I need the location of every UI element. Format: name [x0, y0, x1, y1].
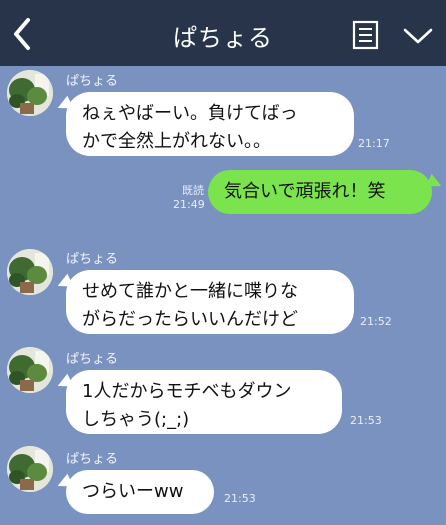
sender-name: ぱちょる [66, 252, 119, 267]
plant-avatar-icon [7, 446, 53, 492]
plant-avatar-icon [7, 249, 53, 295]
sender-name: ぱちょる [66, 352, 119, 367]
avatar[interactable] [7, 249, 53, 295]
message-time: 21:17 [358, 137, 390, 150]
avatar[interactable] [7, 70, 53, 116]
avatar[interactable] [7, 446, 53, 492]
sender-name: ぱちょる [66, 452, 119, 467]
plant-avatar-icon [7, 347, 53, 393]
back-button[interactable] [8, 14, 38, 54]
message-time: 21:52 [360, 315, 392, 328]
avatar[interactable] [7, 347, 53, 393]
note-menu-icon [352, 20, 379, 50]
outgoing-message-bubble[interactable]: 気合いで頑張れ！笑 [208, 170, 432, 214]
incoming-message-bubble[interactable]: せめて誰かと一緒に喋りな がらだったらいいんだけど [66, 270, 354, 334]
collapse-button[interactable] [402, 26, 434, 46]
chat-title: ぱちょる [173, 24, 273, 52]
message-time: 21:49 [173, 198, 205, 211]
plant-avatar-icon [7, 70, 53, 116]
message-time: 21:53 [224, 492, 256, 505]
incoming-message-bubble[interactable]: ねぇやばーい。負けてばっ かで全然上がれない。。 [66, 92, 354, 156]
sender-name: ぱちょる [66, 74, 119, 89]
note-menu-button[interactable] [352, 20, 380, 50]
chat-header: ぱちょる [0, 0, 446, 66]
incoming-message-bubble[interactable]: つらいーww [66, 470, 214, 514]
chevron-left-icon [14, 18, 30, 50]
chevron-down-icon [403, 28, 433, 44]
read-receipt: 既読 [182, 184, 204, 197]
incoming-message-bubble[interactable]: 1人だからモチベもダウン しちゃう(;_;) [66, 370, 342, 434]
message-time: 21:53 [350, 414, 382, 427]
